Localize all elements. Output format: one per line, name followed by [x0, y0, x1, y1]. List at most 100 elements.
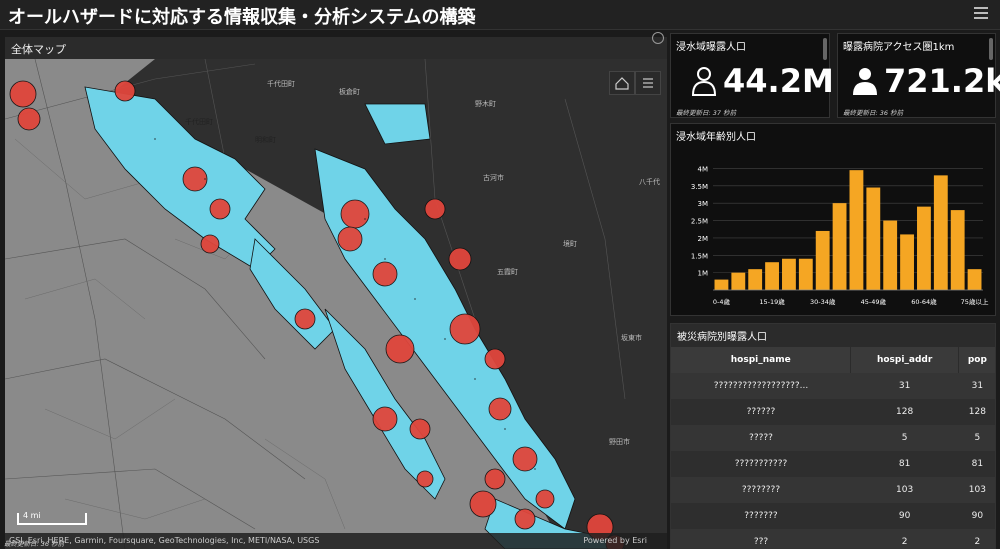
- x-tick-label: 60-64歳: [911, 297, 937, 306]
- table-title: 被災病院別曝露人口: [677, 332, 767, 343]
- table-row[interactable]: ???????? 103 103: [671, 477, 995, 503]
- scale-bar: 4 mi: [17, 511, 87, 525]
- table-row[interactable]: ????? 5 5: [671, 425, 995, 451]
- bar: [950, 210, 965, 290]
- y-tick-label: 2.5M: [691, 218, 708, 226]
- map-view[interactable]: 千代田町 千代田町 明和町 板倉町 野木町 古河市 八千代 境町 五霞町 坂東市…: [5, 59, 667, 549]
- table-cell: ??????: [671, 399, 851, 425]
- place-label: 明和町: [255, 136, 276, 144]
- bar: [731, 272, 746, 290]
- table-cell: 2: [958, 529, 995, 548]
- bar: [832, 203, 847, 290]
- table-cell: 31: [958, 373, 995, 399]
- table-cell: 90: [958, 503, 995, 529]
- y-tick-label: 4M: [698, 165, 709, 173]
- chart-card: 浸水域年齢別人口 1M 1.5M 2M 2.5M 3M 3.5M 4M 0-4歳 15-19歳 3…: [670, 123, 996, 316]
- table-cell: ???: [671, 529, 851, 548]
- table-cell: 103: [958, 477, 995, 503]
- table-row[interactable]: ?????? 128 128: [671, 399, 995, 425]
- page-title: オールハザードに対応する情報収集・分析システムの構築: [8, 7, 476, 28]
- table-row[interactable]: ??????? 90 90: [671, 503, 995, 529]
- x-tick-label: 0-4歳: [713, 297, 731, 306]
- chart-title: 浸水域年齢別人口: [676, 132, 756, 143]
- scrollbar[interactable]: [989, 38, 993, 60]
- map-canvas: [5, 59, 667, 549]
- place-label: 野木町: [475, 100, 496, 108]
- map-attribution: GSI, Esri, HERE, Garmin, Foursquare, Geo…: [5, 533, 667, 549]
- place-label: 境町: [563, 240, 577, 248]
- map-panel-title: 全体マップ: [5, 37, 667, 59]
- map-panel: 全体マップ 千代田町 千代田町 明和町 板倉町 野木町 古河市 八千代 境町 五…: [5, 32, 667, 549]
- table-row[interactable]: ??? 2 2: [671, 529, 995, 548]
- bar: [866, 187, 881, 290]
- table-cell: 81: [850, 451, 959, 477]
- table-cell: ?????: [671, 425, 851, 451]
- place-label: 野田市: [609, 438, 630, 446]
- place-label: 坂東市: [621, 334, 642, 342]
- scale-label: 4 mi: [23, 511, 41, 520]
- kpi-updated: 最終更新日: 36 秒前: [843, 109, 904, 117]
- y-tick-label: 1.5M: [691, 252, 708, 260]
- table-cell: 5: [850, 425, 959, 451]
- column-header[interactable]: hospi_name: [671, 347, 852, 373]
- table-cell: 128: [850, 399, 959, 425]
- bar: [815, 230, 830, 290]
- table-row[interactable]: ??????????? 81 81: [671, 451, 995, 477]
- place-label: 古河市: [483, 174, 504, 182]
- table-cell: ??????????????????...: [671, 373, 851, 399]
- powered-by-link[interactable]: Powered by Esri: [583, 536, 647, 545]
- table-updated: 最終更新日: 36 秒前: [4, 540, 65, 548]
- x-tick-label: 30-34歳: [810, 297, 836, 306]
- kpi-value: 44.2M: [723, 62, 834, 100]
- kpi-value: 721.2k: [884, 62, 1000, 100]
- y-tick-label: 1M: [698, 270, 709, 278]
- bar: [849, 170, 864, 290]
- layer-list-button[interactable]: [635, 71, 661, 95]
- place-label: 五霞町: [497, 268, 518, 276]
- table-cell: 103: [850, 477, 959, 503]
- place-label: 千代田町: [185, 118, 213, 126]
- person-outline-icon: [691, 67, 717, 96]
- bar: [883, 220, 898, 290]
- kpi-title: 浸水域曝露人口: [676, 42, 746, 53]
- y-tick-label: 3M: [698, 200, 709, 208]
- x-tick-label: 75歳以上: [961, 297, 989, 306]
- expand-icon[interactable]: [652, 32, 664, 44]
- table-row[interactable]: ??????????????????... 31 31: [671, 373, 995, 399]
- kpi-card-population: 浸水域曝露人口 44.2M 最終更新日: 37 秒前: [670, 33, 834, 118]
- kpi-updated: 最終更新日: 37 秒前: [676, 109, 737, 117]
- table-cell: 31: [850, 373, 959, 399]
- place-label: 板倉町: [339, 88, 360, 96]
- hamburger-icon[interactable]: [974, 7, 988, 21]
- y-tick-label: 3.5M: [691, 183, 708, 191]
- bar-chart: 1M 1.5M 2M 2.5M 3M 3.5M 4M 0-4歳 15-19歳 30-34歳 45-4…: [691, 165, 989, 306]
- scrollbar[interactable]: [823, 38, 827, 60]
- app-header: オールハザードに対応する情報収集・分析システムの構築: [0, 0, 1000, 30]
- person-filled-icon: [853, 68, 877, 95]
- kpi-card-hospital: 曝露病院アクセス圏1km 721.2k 最終更新日: 36 秒前: [837, 33, 1000, 118]
- home-button[interactable]: [609, 71, 635, 95]
- table-cell: 81: [958, 451, 995, 477]
- column-header[interactable]: hospi_addr: [850, 347, 959, 373]
- hospital-table: hospi_name hospi_addr pop ??????????????…: [671, 347, 995, 548]
- column-header[interactable]: pop: [958, 347, 995, 373]
- table-cell: 2: [850, 529, 959, 548]
- bar: [798, 258, 813, 290]
- bar: [765, 262, 779, 290]
- table-cell: ???????: [671, 503, 851, 529]
- bar: [917, 206, 931, 290]
- bar: [900, 234, 914, 290]
- list-icon: [643, 78, 653, 88]
- x-tick-label: 15-19歳: [759, 297, 785, 306]
- place-label: 八千代: [639, 178, 660, 186]
- table-cell: ????????: [671, 477, 851, 503]
- home-icon: [615, 77, 629, 90]
- bar: [782, 258, 796, 290]
- x-tick-label: 45-49歳: [861, 297, 887, 306]
- table-cell: 90: [850, 503, 959, 529]
- bar: [714, 279, 729, 290]
- table-cell: 5: [958, 425, 995, 451]
- bar: [748, 269, 763, 290]
- table-cell: ???????????: [671, 451, 851, 477]
- place-label: 千代田町: [267, 80, 295, 88]
